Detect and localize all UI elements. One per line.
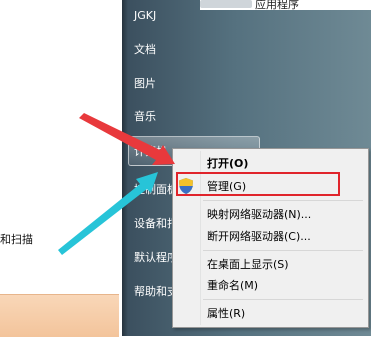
red-arrow-icon: [79, 113, 175, 165]
annotation-arrows: [58, 113, 175, 255]
cyan-arrow-icon: [58, 172, 158, 255]
